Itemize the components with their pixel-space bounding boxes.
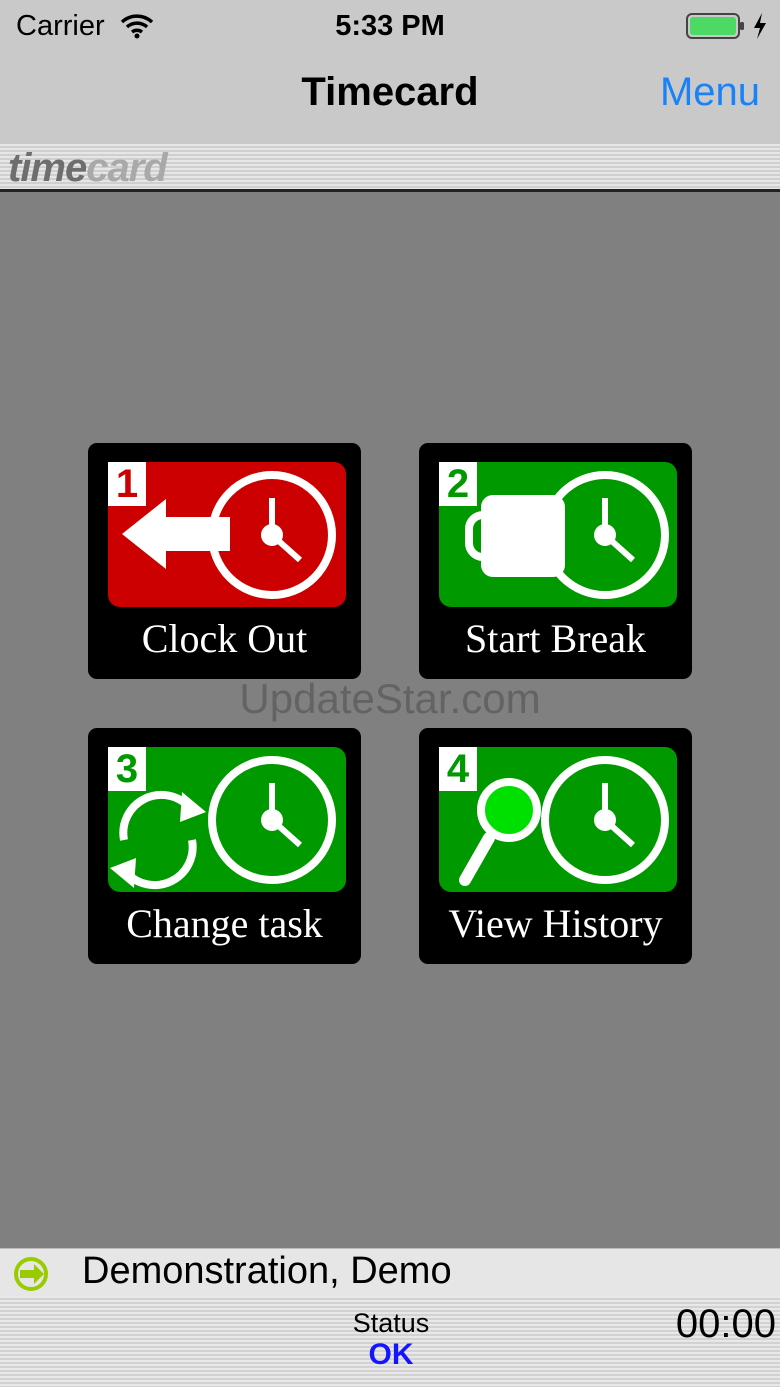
status-value: OK	[368, 1338, 414, 1371]
status-box: Status OK	[282, 1304, 500, 1378]
menu-button[interactable]: Menu	[660, 70, 760, 115]
watermark: UpdateStar.com	[239, 675, 541, 722]
user-name: Demonstration, Demo	[82, 1250, 452, 1292]
start-break-label: Start Break	[464, 616, 647, 661]
status-panel: Status OK 00:00	[0, 1296, 780, 1387]
elapsed-time: 00:00	[675, 1302, 776, 1346]
user-arrow-icon	[12, 1257, 50, 1296]
change-task-label: Change task	[126, 901, 323, 946]
logo-part-card: card	[86, 146, 167, 190]
start-break-button[interactable]: 2 Start Break	[419, 443, 692, 679]
clock-out-label: Clock Out	[141, 616, 308, 661]
navigation-bar: Timecard Menu	[0, 56, 780, 144]
logo-part-time: time	[8, 146, 87, 190]
tile-number: 2	[446, 462, 470, 506]
clock-out-button[interactable]: 1 Clock Out	[88, 443, 361, 679]
change-task-button[interactable]: 3 Change task	[88, 728, 361, 964]
clock-time: 5:33 PM	[335, 10, 445, 42]
status-label: Status	[352, 1308, 430, 1338]
charging-bolt-icon	[752, 12, 768, 45]
logo-strip: timecard	[0, 144, 780, 192]
tile-number: 3	[115, 747, 139, 791]
view-history-label: View History	[448, 901, 663, 946]
tile-number: 1	[115, 462, 139, 506]
battery-icon	[686, 12, 746, 47]
user-bar[interactable]: Demonstration, Demo	[0, 1248, 780, 1296]
status-bar: Carrier 5:33 PM	[0, 0, 780, 56]
main-area: 1 Clock Out 2 Start Break 3 Change task …	[0, 195, 780, 1248]
tile-number: 4	[446, 747, 470, 791]
view-history-button[interactable]: 4 View History	[419, 728, 692, 964]
timecard-logo: timecard	[8, 146, 168, 191]
